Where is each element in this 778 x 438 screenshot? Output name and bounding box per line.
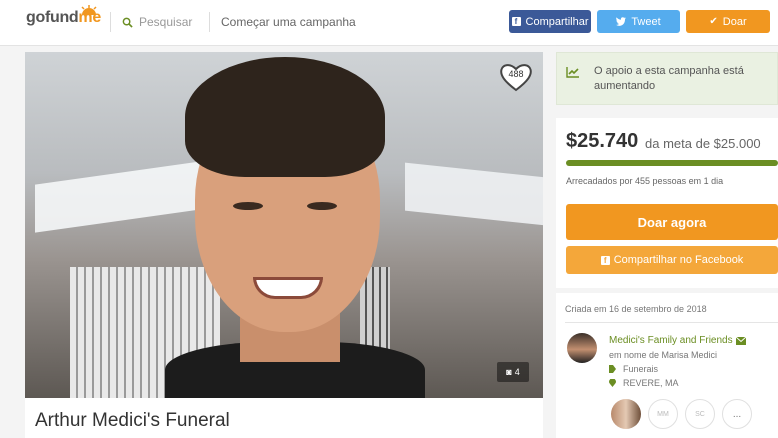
nav-divider: [209, 12, 210, 32]
trending-chart-icon: [566, 67, 579, 78]
category-link[interactable]: Funerais: [609, 364, 658, 374]
photo-smile: [253, 277, 323, 299]
location-label: REVERE, MA: [623, 378, 679, 388]
on-behalf-of: em nome de Marisa Medici: [609, 350, 718, 360]
photo-gallery-button[interactable]: ◙ 4: [497, 362, 529, 382]
logo-text-gofund: gofund: [26, 9, 79, 26]
organizer-name: Medici's Family and Friends: [609, 335, 733, 346]
search-link[interactable]: Pesquisar: [122, 15, 192, 29]
campaign-photo[interactable]: 488 ◙ 4: [25, 52, 543, 398]
team-member-avatar[interactable]: [611, 399, 641, 429]
divider: [565, 322, 778, 323]
organizer-name-link[interactable]: Medici's Family and Friends: [609, 335, 746, 346]
tweet-button[interactable]: Tweet: [597, 10, 680, 33]
search-icon: [122, 17, 133, 28]
start-campaign-link[interactable]: Começar uma campanha: [221, 15, 356, 29]
tag-icon: [609, 365, 616, 373]
donation-card: $25.740 da meta de $25.000 Arrecadados p…: [556, 118, 778, 288]
created-date: Criada em 16 de setembro de 2018: [565, 304, 707, 314]
photo-count-label: 4: [514, 367, 520, 377]
photo-ceiling-light: [35, 159, 215, 233]
heart-count: 488: [508, 69, 524, 79]
envelope-icon[interactable]: [735, 336, 746, 345]
search-label: Pesquisar: [139, 15, 193, 29]
nav-divider: [110, 12, 111, 32]
organizer-avatar[interactable]: [567, 333, 597, 363]
organizer-card: Criada em 16 de setembro de 2018 Medici'…: [556, 293, 778, 438]
share-facebook-label: Compartilhar no Facebook: [613, 254, 744, 266]
photo-eye: [233, 202, 263, 210]
goal-text: da meta de $25.000: [645, 136, 761, 151]
share-button-label: Compartilhar: [525, 15, 589, 28]
camera-icon: ◙: [506, 367, 512, 377]
top-navbar: gofundme Pesquisar Começar uma campanha …: [0, 0, 778, 46]
amount-raised: $25.740: [566, 130, 639, 152]
share-facebook-button[interactable]: f Compartilhar no Facebook: [566, 246, 778, 274]
twitter-bird-icon: [616, 17, 627, 26]
campaign-title-bar: Arthur Medici's Funeral: [25, 398, 543, 438]
raised-by-text: Arrecadados por 455 pessoas em 1 dia: [566, 176, 724, 186]
progress-bar: [566, 160, 778, 166]
trending-notice: O apoio a esta campanha está aumentando: [556, 52, 778, 105]
donate-now-button[interactable]: Doar agora: [566, 204, 778, 240]
donate-button-label: Doar: [722, 15, 747, 28]
facebook-icon: f: [511, 17, 521, 26]
progress-bar-fill: [566, 160, 778, 166]
header-donate-button[interactable]: ✔ Doar: [686, 10, 770, 33]
photo-ceiling-light: [405, 162, 543, 226]
facebook-icon: f: [600, 255, 610, 265]
logo-sun-icon: [81, 5, 97, 15]
photo-hair: [185, 57, 385, 177]
facebook-share-button[interactable]: f Compartilhar: [509, 10, 591, 33]
category-label: Funerais: [623, 364, 659, 374]
checkmark-icon: ✔: [709, 16, 718, 27]
team-member-initials[interactable]: SC: [685, 399, 715, 429]
team-members: MM SC ...: [611, 399, 752, 429]
location-pin-icon: [609, 379, 616, 387]
more-members-button[interactable]: ...: [722, 399, 752, 429]
trending-text: O apoio a esta campanha está aumentando: [594, 65, 744, 92]
location: REVERE, MA: [609, 378, 679, 388]
photo-eye: [307, 202, 337, 210]
team-member-initials[interactable]: MM: [648, 399, 678, 429]
campaign-title: Arthur Medici's Funeral: [35, 410, 230, 431]
tweet-button-label: Tweet: [631, 15, 661, 28]
